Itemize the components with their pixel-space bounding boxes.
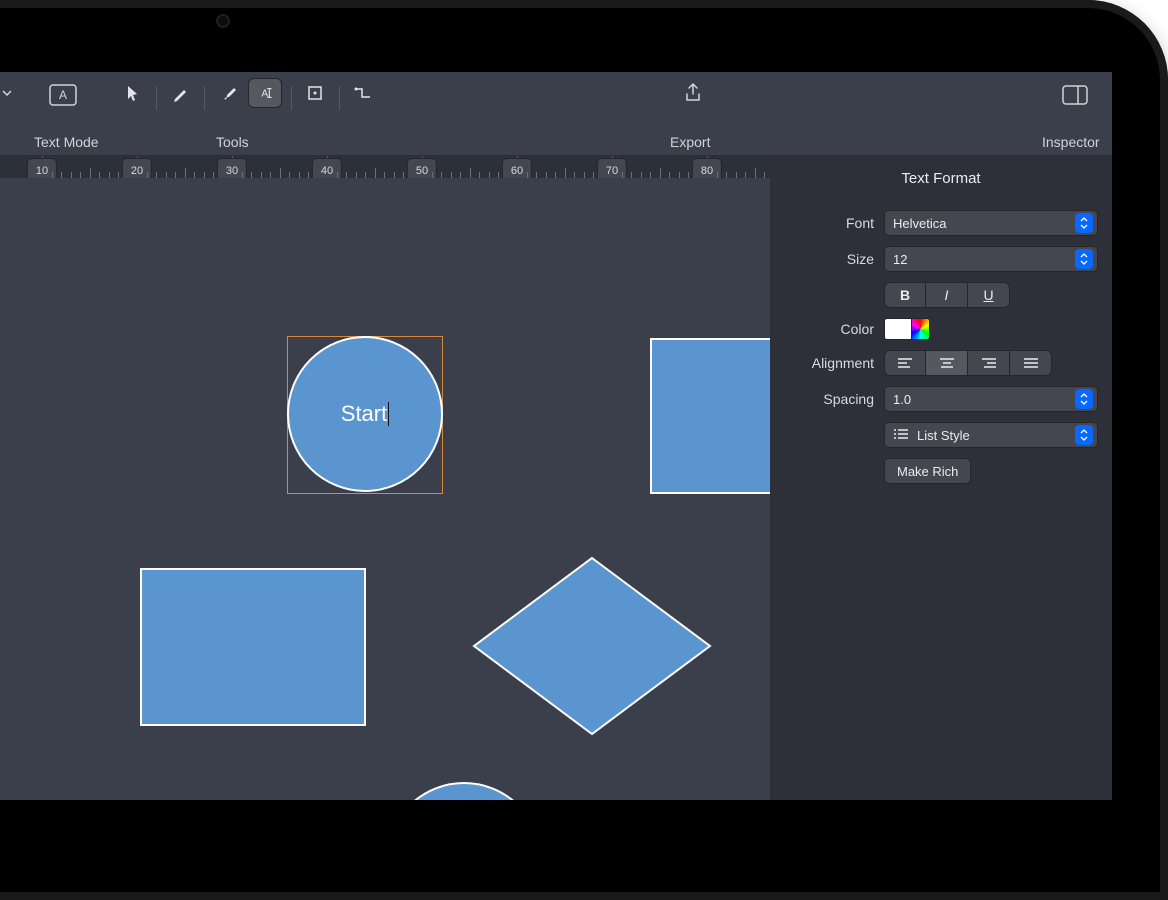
insert-menu-chevron[interactable]	[0, 78, 22, 108]
size-label: Size	[784, 251, 874, 267]
ruler-tick-label: 80	[692, 158, 722, 178]
dropdown-caret-icon	[1075, 425, 1093, 445]
shape-diamond[interactable]	[470, 554, 714, 738]
shape-circle-2[interactable]	[386, 782, 542, 800]
dropdown-caret-icon	[1075, 389, 1093, 409]
shape-text[interactable]: Start	[341, 401, 389, 427]
bold-button[interactable]: B	[884, 282, 926, 308]
size-value: 12	[893, 252, 907, 267]
textmode-button[interactable]: A	[48, 80, 78, 110]
text-tool-icon[interactable]: A	[248, 78, 282, 108]
color-label: Color	[784, 321, 874, 337]
list-style-select[interactable]: List Style	[884, 422, 1098, 448]
spacing-select[interactable]: 1.0	[884, 386, 1098, 412]
tools-label: Tools	[216, 134, 249, 150]
font-value: Helvetica	[893, 216, 946, 231]
alignment-segmented	[884, 350, 1052, 376]
ruler-tick-label: 70	[597, 158, 627, 178]
font-label: Font	[784, 215, 874, 231]
color-swatch[interactable]	[884, 318, 912, 340]
inspector-panel: Text Format Font Helvetica Size 12	[770, 156, 1112, 800]
textmode-label: Text Mode	[34, 134, 99, 150]
inspector-toggle-icon[interactable]	[1060, 80, 1090, 110]
align-center-button[interactable]	[926, 350, 968, 376]
color-picker-icon[interactable]	[912, 318, 930, 340]
svg-text:A: A	[262, 89, 269, 100]
align-right-button[interactable]	[968, 350, 1010, 376]
spacing-label: Spacing	[784, 391, 874, 407]
inspector-label: Inspector	[1042, 134, 1100, 150]
dropdown-caret-icon	[1075, 213, 1093, 233]
style-segmented: B I U	[884, 282, 1010, 308]
ruler-tick-label: 10	[27, 158, 57, 178]
list-style-label: List Style	[917, 428, 1067, 443]
shape-circle-start[interactable]: Start	[287, 336, 443, 492]
alignment-label: Alignment	[784, 355, 874, 371]
brush-tool-icon[interactable]	[214, 78, 244, 108]
ruler-tick-label: 50	[407, 158, 437, 178]
make-rich-button[interactable]: Make Rich	[884, 458, 971, 484]
ruler-tick-label: 40	[312, 158, 342, 178]
font-select[interactable]: Helvetica	[884, 210, 1098, 236]
toolbar: rt A Text Mode A	[0, 72, 1112, 156]
pointer-tool-icon[interactable]	[118, 78, 148, 108]
shape-tool-icon[interactable]	[300, 78, 330, 108]
canvas[interactable]: Start	[0, 178, 770, 800]
shape-rectangle-2[interactable]	[140, 568, 366, 726]
underline-button[interactable]: U	[968, 282, 1010, 308]
inspector-title: Text Format	[770, 156, 1112, 205]
pencil-tool-icon[interactable]	[166, 78, 196, 108]
stepper-icon[interactable]	[1075, 249, 1093, 269]
app-window: rt A Text Mode A	[0, 72, 1112, 800]
ruler-tick-label: 60	[502, 158, 532, 178]
list-icon	[893, 427, 909, 444]
align-justify-button[interactable]	[1010, 350, 1052, 376]
align-left-button[interactable]	[884, 350, 926, 376]
italic-button[interactable]: I	[926, 282, 968, 308]
ruler-tick-label: 30	[217, 158, 247, 178]
text-caret	[388, 402, 389, 426]
device-camera	[218, 16, 228, 26]
connector-tool-icon[interactable]	[348, 78, 378, 108]
spacing-value: 1.0	[893, 392, 911, 407]
export-icon[interactable]	[678, 78, 708, 108]
export-label: Export	[670, 134, 710, 150]
size-field[interactable]: 12	[884, 246, 1098, 272]
ruler-tick-label: 20	[122, 158, 152, 178]
shape-text-value: Start	[341, 401, 387, 427]
svg-text:A: A	[59, 88, 67, 102]
